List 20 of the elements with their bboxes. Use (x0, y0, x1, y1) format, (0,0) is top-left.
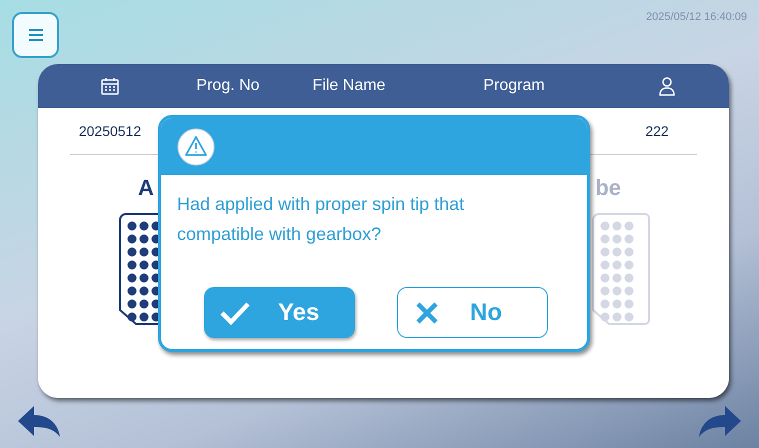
clock: 2025/05/12 16:40:09 (646, 10, 747, 25)
warning-icon (177, 128, 215, 166)
column-header: Prog. No (196, 76, 260, 96)
plate-label: A (138, 174, 154, 202)
plate-label: be (595, 174, 621, 202)
menu-icon (28, 28, 44, 42)
no-button[interactable]: No (397, 287, 548, 338)
dialog-message: Had applied with proper spin tip that compatible with gearbox? (176, 193, 466, 246)
forward-arrow-icon[interactable] (699, 406, 741, 438)
back-arrow-icon[interactable] (18, 406, 60, 438)
table-cell-text: 222 (644, 122, 670, 140)
yes-button[interactable]: Yes (204, 287, 355, 338)
column-header: Program (483, 76, 545, 96)
close-icon (416, 302, 438, 324)
check-icon (220, 300, 250, 324)
calendar-icon (100, 76, 120, 96)
column-header: File Name (312, 76, 386, 96)
menu-button[interactable] (12, 12, 59, 58)
table-cell-text: 20250512 (78, 122, 142, 140)
user-icon (658, 76, 676, 96)
